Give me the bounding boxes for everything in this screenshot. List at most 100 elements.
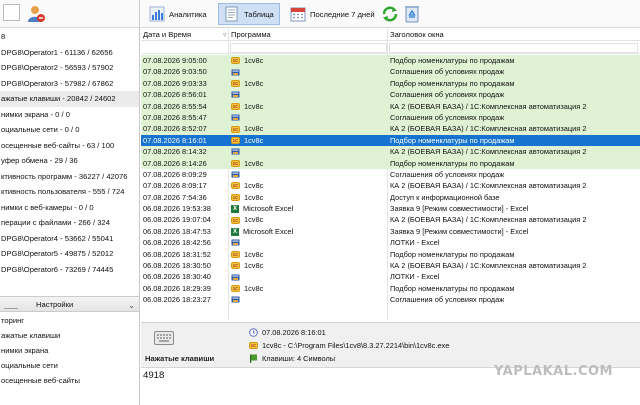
cell-window-title: КА 2 (БОЕВАЯ БАЗА) / 1С:Комплексная авто… [390,124,587,134]
tree-item[interactable]: DPG8\Operator1 - 61136 / 62656 [0,45,139,61]
title-filter-field[interactable] [389,43,638,53]
settings-header[interactable]: —— Настройки ⌄ [0,296,139,312]
table-row[interactable]: 06.08.2026 18:29:39 1C 1cv8c Подбор номенкл… [141,283,640,294]
last-7-days-button[interactable]: Последние 7 дней [285,3,380,25]
program-name: 1cv8c [244,101,264,111]
settings-item[interactable]: нимки экрана [0,343,139,358]
header-date[interactable]: Дата и Время [141,29,191,41]
table-row[interactable]: 07.08.2026 8:55:47 Соглашения об условиях… [141,111,640,124]
table-row[interactable]: 06.08.2026 18:30:50 1C 1cv8c КА 2 (БОЕВАЯ Б… [141,260,640,271]
table-row[interactable]: 06.08.2026 19:53:38 X Microsoft Excel Заявк… [141,203,640,214]
tree-item[interactable]: ктивность программ - 36227 / 42076 [0,169,139,185]
cell-window-title: ЛОТКИ - Excel [390,272,440,282]
cell-date: 07.08.2026 8:55:54 [143,101,207,111]
details-program-line: 1C 1cv8c - C:\Program Files\1cv8\8.3.27.… [249,340,449,350]
program-name: 1cv8c [244,181,264,191]
cell-program: 1C 1cv8c [231,123,263,134]
tree-item[interactable]: уфер обмена - 29 / 36 [0,153,139,169]
keyboard-icon [154,331,174,345]
1c-program-icon: 1C [231,57,240,65]
menu-icon[interactable] [3,4,20,21]
cell-program: 1C 1cv8c [231,249,263,260]
cell-date: 07.08.2026 8:56:01 [143,90,207,100]
table-row[interactable]: 06.08.2026 18:23:27 Соглашения об условия… [141,294,640,305]
settings-item[interactable]: оциальные сети [0,358,139,373]
cell-date: 06.08.2026 18:23:27 [143,295,211,305]
settings-item[interactable]: ажатые клавиши [0,328,139,343]
tree-item[interactable]: DPG8\Operator3 - 57982 / 67862 [0,76,139,92]
table-row[interactable]: 07.08.2026 8:56:01 Соглашения об условиях… [141,89,640,101]
cell-date: 07.08.2026 8:16:01 [143,135,207,145]
settings-header-label: Настройки [36,300,74,309]
tree-item[interactable]: DPG8\Operator5 - 49875 / 52012 [0,246,139,262]
details-datetime: 07.08.2026 8:16:01 [262,327,326,337]
cell-date: 07.08.2026 8:52:07 [143,124,207,134]
table-row[interactable]: 07.08.2026 7:54:36 1C 1cv8c Доступ к информ… [141,192,640,203]
header-title[interactable]: Заголовок окна [388,29,444,41]
last-7-days-label: Последние 7 дней [310,9,375,19]
cell-program: X Microsoft Excel [231,226,293,237]
table-row[interactable]: 07.08.2026 8:09:29 Соглашения об условиях… [141,169,640,180]
cell-program [231,146,244,157]
cell-program [231,237,244,248]
1c-program-icon: 1C [231,250,240,258]
1c-program-icon: 1C [231,79,240,87]
window-icon [231,296,240,303]
recycle-button[interactable] [401,3,423,25]
tree-item[interactable]: ктивность пользователя - 555 / 724 [0,184,139,200]
table-icon [225,6,238,22]
cell-window-title: Заявка 9 [Режим совместимости] - Excel [390,226,529,236]
table-row[interactable]: 07.08.2026 9:03:50 Соглашения об условиях… [141,66,640,78]
cell-date: 07.08.2026 7:54:36 [143,192,207,202]
details-caption: Нажатые клавиши [145,354,215,363]
cell-window-title: Соглашения об условиях продаж [390,90,505,100]
table-row[interactable]: 06.08.2026 18:42:56 ЛОТКИ - Excel [141,237,640,248]
table-row[interactable]: 07.08.2026 8:14:32 КА 2 (БОЕВАЯ БАЗА) / 1… [141,146,640,158]
tree-item[interactable]: нимки экрана - 0 / 0 [0,107,139,123]
cell-program: 1C 1cv8c [231,78,263,89]
tree-item[interactable]: осещенные веб-сайты - 63 / 100 [0,138,139,154]
cell-program: 1C 1cv8c [231,260,263,271]
table-row[interactable]: 06.08.2026 19:07:04 1C 1cv8c КА 2 (БОЕВАЯ Б… [141,214,640,225]
cell-window-title: КА 2 (БОЕВАЯ БАЗА) / 1С:Комплексная авто… [390,181,587,191]
table-row[interactable]: 07.08.2026 8:52:07 1C 1cv8c КА 2 (БОЕВАЯ БА… [141,123,640,135]
cell-date: 06.08.2026 18:31:52 [143,249,211,259]
window-icon [231,69,240,76]
refresh-button[interactable] [379,3,401,25]
table-row[interactable]: 07.08.2026 8:14:26 1C 1cv8c Подбор номенкла… [141,157,640,169]
typed-text: 4918 [143,370,165,381]
table-row[interactable]: 07.08.2026 9:03:33 1C 1cv8c Подбор номенкла… [141,77,640,90]
window-icon [231,171,240,178]
table-row[interactable]: 07.08.2026 9:05:00 1C 1cv8c Подбор номенкла… [141,55,640,67]
tree-item[interactable]: DPG8\Operator6 - 73269 / 74445 [0,262,139,278]
operators-tree: 8 DPG8\Operator1 - 61136 / 62656 DPG8\Oper… [0,29,139,277]
cell-window-title: Доступ к информационной базе [390,192,500,202]
table-row[interactable]: 06.08.2026 18:31:52 1C 1cv8c Подбор номенкл… [141,249,640,260]
tree-item[interactable]: 8 [0,29,139,45]
table-row[interactable]: 06.08.2026 18:47:53 X Microsoft Excel Заявк… [141,226,640,237]
table-row[interactable]: 06.08.2026 18:30:40 ЛОТКИ - Excel [141,271,640,282]
program-name: 1cv8c [244,215,264,225]
tree-item[interactable]: оциальные сети - 0 / 0 [0,122,139,138]
program-name: 1cv8c [244,249,264,259]
tree-item[interactable]: ажатые клавиши - 20842 / 24602 [0,91,139,107]
cell-date: 06.08.2026 18:47:53 [143,226,211,236]
settings-item[interactable]: осещенные веб-сайты [0,373,139,388]
tree-item[interactable]: нимки с веб-камеры - 0 / 0 [0,200,139,216]
analytics-button[interactable]: Аналитика [144,3,212,25]
table-row[interactable]: 07.08.2026 8:55:54 1C 1cv8c КА 2 (БОЕВАЯ БА… [141,100,640,112]
program-filter-field[interactable] [230,43,387,53]
tree-item[interactable]: DPG8\Operator2 - 56593 / 57902 [0,60,139,76]
table-button[interactable]: Таблица [218,3,280,25]
users-icon[interactable] [26,4,46,24]
tree-item[interactable]: DPG8\Operator4 - 53662 / 55041 [0,231,139,247]
settings-item[interactable]: торинг [0,313,139,328]
tree-item[interactable]: перации с файлами - 266 / 324 [0,215,139,231]
cell-window-title: КА 2 (БОЕВАЯ БАЗА) / 1С:Комплексная авто… [390,261,587,271]
table-row[interactable]: 07.08.2026 8:16:01 1C 1cv8c Подбор номенкла… [141,134,640,147]
program-name: Microsoft Excel [243,226,294,236]
header-program[interactable]: Программа [229,29,271,41]
chevron-down-icon[interactable]: ⌄ [128,298,135,314]
table-row[interactable]: 07.08.2026 8:09:17 1C 1cv8c КА 2 (БОЕВАЯ БА… [141,180,640,191]
program-name: 1cv8c [244,158,264,168]
